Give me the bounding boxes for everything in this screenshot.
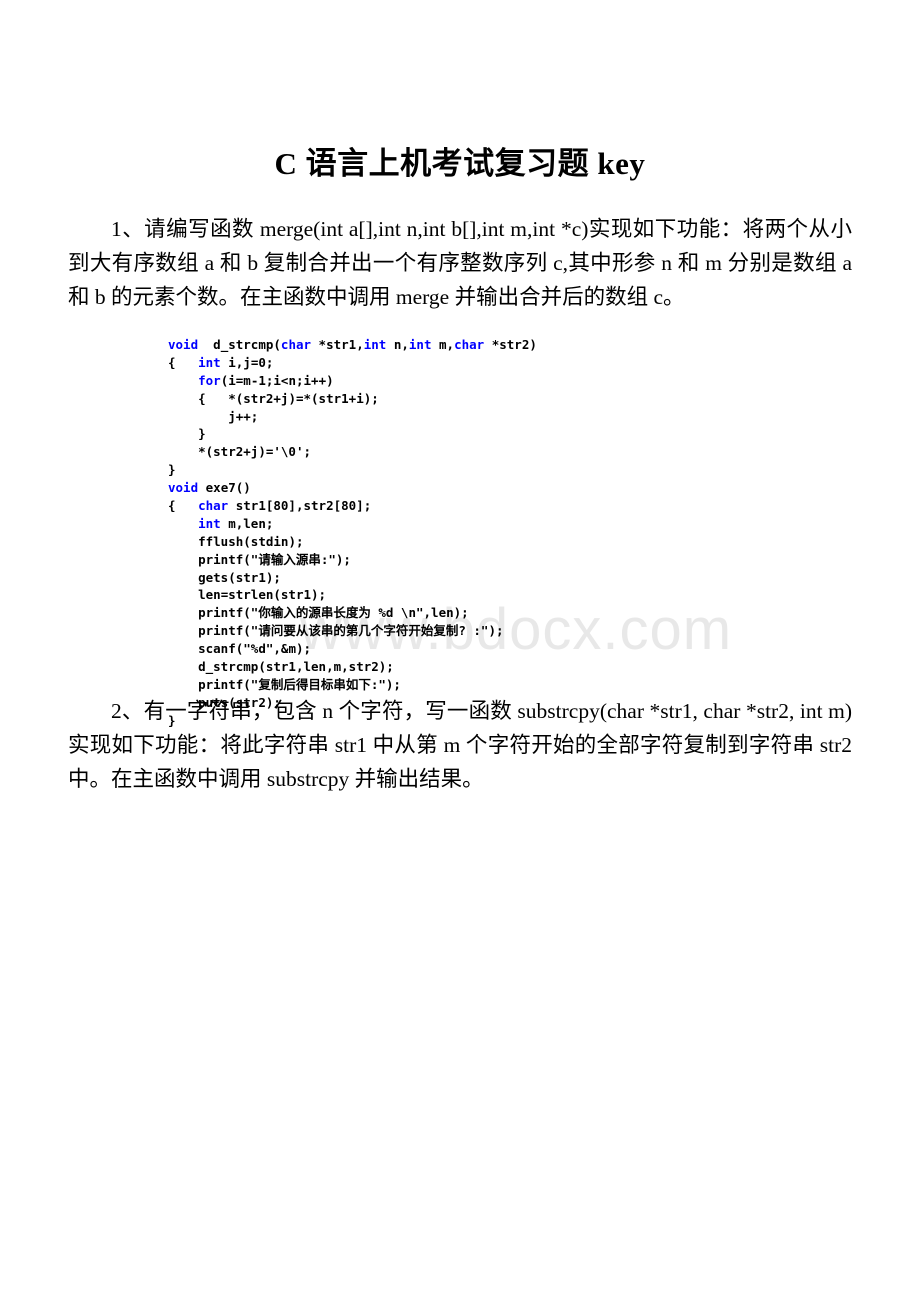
code-line: *(str2+j)='\0'; (168, 444, 312, 460)
page-title: C 语言上机考试复习题 key (274, 146, 646, 181)
question-1-block: 1、请编写函数 merge(int a[],int n,int b[],int … (68, 212, 852, 314)
code-keyword: int (363, 337, 387, 352)
code-keyword: char (280, 337, 312, 352)
code-line: len=strlen(str1); (198, 587, 327, 603)
code-line: j++; (228, 408, 259, 424)
code-line: printf("请问要从该串的第几个字符开始复制? :"); (198, 623, 504, 639)
code-line: fflush(stdin); (198, 533, 304, 549)
code-keyword: int (408, 337, 432, 352)
code-line: { *(str2+j)=*(str1+i); (168, 390, 379, 406)
code-line: d_strcmp(str1,len,m,str2); (198, 659, 394, 675)
code-keyword: int (198, 354, 221, 370)
code-line: printf("你输入的源串长度为 %d \n",len); (198, 605, 469, 621)
code-line: } (168, 426, 206, 442)
question-2-block: 2、有一字符串，包含 n 个字符，写一函数 substrcpy(char *st… (68, 694, 852, 796)
code-keyword: char (198, 498, 229, 514)
code-keyword: int (198, 515, 221, 531)
code-keyword: void (168, 337, 199, 352)
code-line: void d_strcmp(char *str1,int n,int m,cha… (168, 337, 537, 352)
code-keyword: char (454, 337, 485, 352)
code-line: printf("复制后得目标串如下:"); (198, 676, 401, 692)
code-line: } (168, 462, 176, 478)
code-line: printf("请输入源串:"); (198, 551, 351, 567)
code-line: void exe7() (168, 480, 251, 496)
code-listing: void d_strcmp(char *str1,int n,int m,cha… (168, 336, 537, 730)
code-line: scanf("%d",&m); (198, 641, 312, 657)
code-line: for(i=m-1;i<n;i++) (198, 372, 334, 388)
code-keyword: void (168, 480, 199, 496)
code-keyword: for (198, 372, 221, 388)
question-1-text: 1、请编写函数 merge(int a[],int n,int b[],int … (68, 217, 852, 309)
code-line: { char str1[80],str2[80]; (168, 498, 372, 514)
code-line: int m,len; (198, 515, 274, 531)
document-page: www.bdocx.com C 语言上机考试复习题 key 1、请编写函数 me… (0, 0, 920, 1302)
question-2-text: 2、有一字符串，包含 n 个字符，写一函数 substrcpy(char *st… (68, 699, 852, 791)
code-line: gets(str1); (198, 569, 281, 585)
code-line: { int i,j=0; (168, 354, 274, 370)
